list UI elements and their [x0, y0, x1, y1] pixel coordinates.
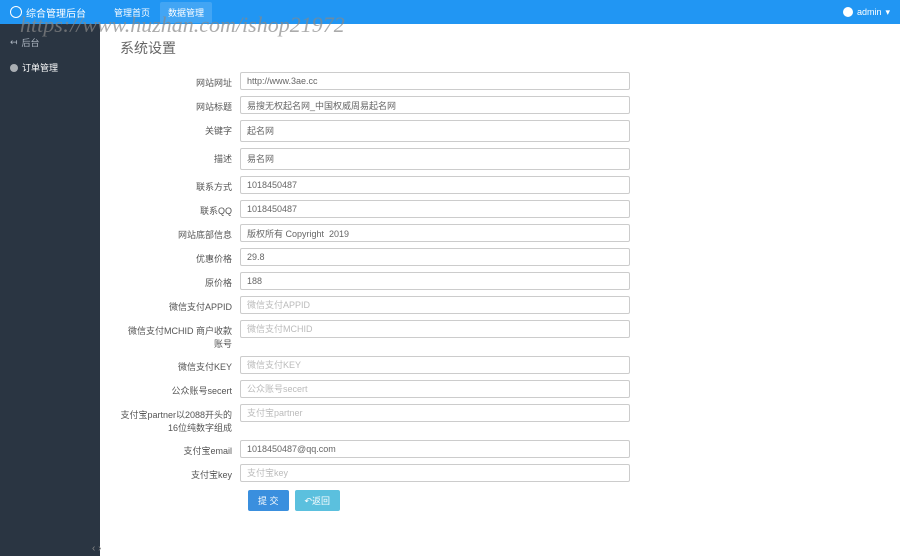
field-label: 支付宝key	[120, 464, 240, 481]
form-row: 关键字	[120, 120, 880, 142]
form-row: 原价格	[120, 272, 880, 290]
sidebar-label: 订单管理	[22, 61, 58, 74]
settings-form: 网站网址网站标题关键字描述联系方式联系QQ 网站底部信息优惠价格原价格微信支付AP…	[120, 72, 880, 482]
nav-data[interactable]: 数据管理	[160, 2, 212, 23]
sidebar-resize-handle[interactable]: ‹ ›	[92, 543, 101, 554]
page-title: 系统设置	[120, 38, 880, 58]
form-row: 描述	[120, 148, 880, 170]
form-row: 支付宝key	[120, 464, 880, 482]
sidebar-item-orders[interactable]: 订单管理	[0, 55, 100, 80]
field-label: 联系方式	[120, 176, 240, 193]
form-row: 网站网址	[120, 72, 880, 90]
top-nav: 管理首页 数据管理	[106, 2, 212, 23]
field-input[interactable]	[240, 440, 630, 458]
nav-home[interactable]: 管理首页	[106, 2, 158, 23]
field-input[interactable]	[240, 296, 630, 314]
form-row: 支付宝email	[120, 440, 880, 458]
field-input[interactable]	[240, 120, 630, 142]
field-label: 微信支付MCHID 商户收款账号	[120, 320, 240, 350]
field-input[interactable]	[240, 148, 630, 170]
submit-button[interactable]: 提 交	[248, 490, 289, 511]
field-label: 原价格	[120, 272, 240, 289]
form-row: 微信支付KEY	[120, 356, 880, 374]
field-input[interactable]	[240, 380, 630, 398]
form-row: 网站底部信息	[120, 224, 880, 242]
back-button[interactable]: ↶返回	[295, 490, 341, 511]
field-input[interactable]	[240, 248, 630, 266]
user-icon	[843, 7, 853, 17]
field-input[interactable]	[240, 200, 630, 218]
top-header: 综合管理后台 管理首页 数据管理 admin ▾	[0, 0, 900, 24]
field-label: 公众账号secert	[120, 380, 240, 397]
field-input[interactable]	[240, 96, 630, 114]
field-input[interactable]	[240, 72, 630, 90]
user-name: admin	[857, 7, 882, 17]
field-input[interactable]	[240, 404, 630, 422]
user-menu[interactable]: admin ▾	[843, 7, 890, 18]
field-label: 网站底部信息	[120, 224, 240, 241]
field-input[interactable]	[240, 176, 630, 194]
button-row: 提 交 ↶返回	[248, 490, 880, 511]
logo-icon	[10, 6, 22, 18]
field-label: 联系QQ	[120, 200, 240, 217]
caret-down-icon: ▾	[885, 7, 890, 18]
field-input[interactable]	[240, 320, 630, 338]
field-label: 网站标题	[120, 96, 240, 113]
field-label: 微信支付KEY	[120, 356, 240, 373]
back-arrow-icon: ↤	[10, 37, 18, 48]
field-input[interactable]	[240, 224, 630, 242]
field-label: 支付宝partner以2088开头的16位纯数字组成	[120, 404, 240, 434]
sidebar-item-back[interactable]: ↤ 后台	[0, 30, 100, 55]
form-row: 支付宝partner以2088开头的16位纯数字组成	[120, 404, 880, 434]
form-row: 微信支付APPID	[120, 296, 880, 314]
field-input[interactable]	[240, 272, 630, 290]
field-input[interactable]	[240, 464, 630, 482]
circle-icon	[10, 64, 18, 72]
form-row: 联系QQ	[120, 200, 880, 218]
field-label: 优惠价格	[120, 248, 240, 265]
sidebar-label: 后台	[22, 36, 40, 49]
form-row: 优惠价格	[120, 248, 880, 266]
content-area: 系统设置 网站网址网站标题关键字描述联系方式联系QQ 网站底部信息优惠价格原价格微…	[100, 24, 900, 556]
brand-title: 综合管理后台	[26, 5, 86, 20]
field-label: 微信支付APPID	[120, 296, 240, 313]
form-row: 联系方式	[120, 176, 880, 194]
field-label: 描述	[120, 148, 240, 165]
form-row: 网站标题	[120, 96, 880, 114]
sidebar: ↤ 后台 订单管理	[0, 24, 100, 556]
field-label: 关键字	[120, 120, 240, 137]
form-row: 公众账号secert	[120, 380, 880, 398]
field-label: 网站网址	[120, 72, 240, 89]
form-row: 微信支付MCHID 商户收款账号	[120, 320, 880, 350]
field-label: 支付宝email	[120, 440, 240, 457]
field-input[interactable]	[240, 356, 630, 374]
